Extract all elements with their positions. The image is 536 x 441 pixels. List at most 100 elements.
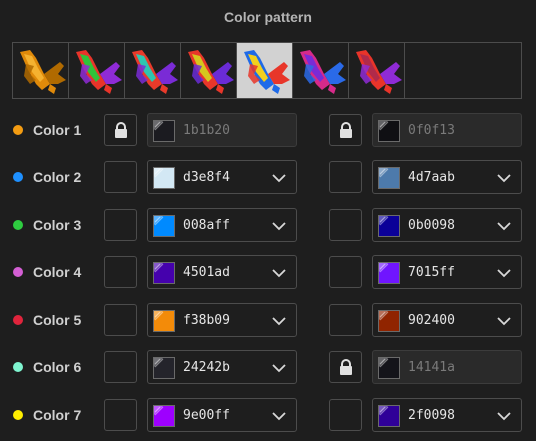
left-lock-toggle[interactable] xyxy=(104,304,137,336)
color-swatch xyxy=(378,120,400,142)
left-color-dropdown[interactable]: d3e8f4 xyxy=(147,160,297,194)
chevron-down-icon xyxy=(272,222,286,231)
hex-value: 1b1b20 xyxy=(183,123,230,138)
hex-value: d3e8f4 xyxy=(183,170,230,185)
lock-icon xyxy=(339,358,352,375)
chevron-down-icon xyxy=(497,269,511,278)
color-dot xyxy=(13,267,23,277)
chevron-down-icon xyxy=(272,174,286,183)
pattern-thumb-3[interactable] xyxy=(125,43,181,98)
chevron-down-icon xyxy=(497,317,511,326)
chevron-down-icon xyxy=(272,364,286,373)
pattern-creature-image xyxy=(243,49,290,94)
color-dot xyxy=(13,220,23,230)
hex-value: 902400 xyxy=(408,313,455,328)
hex-value: 7015ff xyxy=(408,265,455,280)
color-swatch xyxy=(153,167,175,189)
lock-icon xyxy=(339,121,352,138)
left-lock-toggle[interactable] xyxy=(104,256,137,288)
hex-value: 9e00ff xyxy=(183,408,230,423)
right-lock-toggle[interactable] xyxy=(329,256,362,288)
color-dot xyxy=(13,172,23,182)
left-color-dropdown[interactable]: f38b09 xyxy=(147,303,297,337)
panel-title: Color pattern xyxy=(224,9,312,25)
left-lock-toggle[interactable] xyxy=(104,351,137,383)
right-color-dropdown[interactable]: 4d7aab xyxy=(372,160,522,194)
color-row-label: Color 2 xyxy=(33,169,82,185)
right-color-dropdown[interactable]: 2f0098 xyxy=(372,398,522,432)
pattern-thumb-7[interactable] xyxy=(349,43,405,98)
color-row-label: Color 3 xyxy=(33,217,82,233)
color-row-label: Color 5 xyxy=(33,312,82,328)
left-lock-toggle[interactable] xyxy=(104,399,137,431)
chevron-down-icon xyxy=(497,174,511,183)
right-color-dropdown: 14141a xyxy=(372,350,522,384)
color-row-4: Color 4 4501ad 7015ff xyxy=(0,255,536,289)
chevron-down-icon xyxy=(272,317,286,326)
left-color-dropdown: 1b1b20 xyxy=(147,113,297,147)
left-color-dropdown[interactable]: 24242b xyxy=(147,350,297,384)
lock-icon xyxy=(114,121,127,138)
pattern-thumb-1[interactable] xyxy=(13,43,69,98)
color-swatch xyxy=(153,357,175,379)
color-swatch xyxy=(378,215,400,237)
pattern-creature-image xyxy=(299,49,346,94)
hex-value: f38b09 xyxy=(183,313,230,328)
color-swatch xyxy=(153,310,175,332)
right-lock-toggle[interactable] xyxy=(329,351,362,383)
chevron-down-icon xyxy=(497,412,511,421)
color-swatch xyxy=(378,357,400,379)
pattern-creature-image xyxy=(187,49,234,94)
right-color-dropdown[interactable]: 0b0098 xyxy=(372,208,522,242)
hex-value: 4501ad xyxy=(183,265,230,280)
left-color-dropdown[interactable]: 4501ad xyxy=(147,255,297,289)
pattern-thumb-2[interactable] xyxy=(69,43,125,98)
hex-value: 008aff xyxy=(183,218,230,233)
hex-value: 0b0098 xyxy=(408,218,455,233)
color-row-1: Color 1 1b1b20 0f0f13 xyxy=(0,113,536,147)
right-color-dropdown[interactable]: 7015ff xyxy=(372,255,522,289)
color-row-7: Color 7 9e00ff 2f0098 xyxy=(0,398,536,432)
color-swatch xyxy=(378,310,400,332)
right-lock-toggle[interactable] xyxy=(329,209,362,241)
right-lock-toggle[interactable] xyxy=(329,304,362,336)
hex-value: 4d7aab xyxy=(408,170,455,185)
pattern-creature-image xyxy=(131,49,178,94)
color-dot xyxy=(13,125,23,135)
left-lock-toggle[interactable] xyxy=(104,161,137,193)
right-lock-toggle[interactable] xyxy=(329,161,362,193)
color-row-2: Color 2 d3e8f4 4d7aab xyxy=(0,160,536,194)
hex-value: 0f0f13 xyxy=(408,123,455,138)
left-lock-toggle[interactable] xyxy=(104,114,137,146)
pattern-creature-image xyxy=(355,49,402,94)
right-color-dropdown: 0f0f13 xyxy=(372,113,522,147)
pattern-thumb-6[interactable] xyxy=(293,43,349,98)
color-row-label: Color 1 xyxy=(33,122,82,138)
hex-value: 24242b xyxy=(183,360,230,375)
color-swatch xyxy=(153,405,175,427)
color-row-3: Color 3 008aff 0b0098 xyxy=(0,208,536,242)
color-row-6: Color 6 24242b 14141a xyxy=(0,350,536,384)
right-color-dropdown[interactable]: 902400 xyxy=(372,303,522,337)
left-color-dropdown[interactable]: 9e00ff xyxy=(147,398,297,432)
pattern-thumb-4[interactable] xyxy=(181,43,237,98)
color-dot xyxy=(13,362,23,372)
color-row-5: Color 5 f38b09 902400 xyxy=(0,303,536,337)
pattern-strip xyxy=(12,42,522,99)
pattern-creature-image xyxy=(75,49,122,94)
color-swatch xyxy=(378,262,400,284)
pattern-thumb-5[interactable] xyxy=(237,43,293,98)
color-swatch xyxy=(378,167,400,189)
right-lock-toggle[interactable] xyxy=(329,114,362,146)
left-color-dropdown[interactable]: 008aff xyxy=(147,208,297,242)
color-dot xyxy=(13,315,23,325)
right-lock-toggle[interactable] xyxy=(329,399,362,431)
left-lock-toggle[interactable] xyxy=(104,209,137,241)
chevron-down-icon xyxy=(497,222,511,231)
chevron-down-icon xyxy=(272,412,286,421)
color-dot xyxy=(13,410,23,420)
color-swatch xyxy=(378,405,400,427)
hex-value: 2f0098 xyxy=(408,408,455,423)
chevron-down-icon xyxy=(272,269,286,278)
color-swatch xyxy=(153,215,175,237)
